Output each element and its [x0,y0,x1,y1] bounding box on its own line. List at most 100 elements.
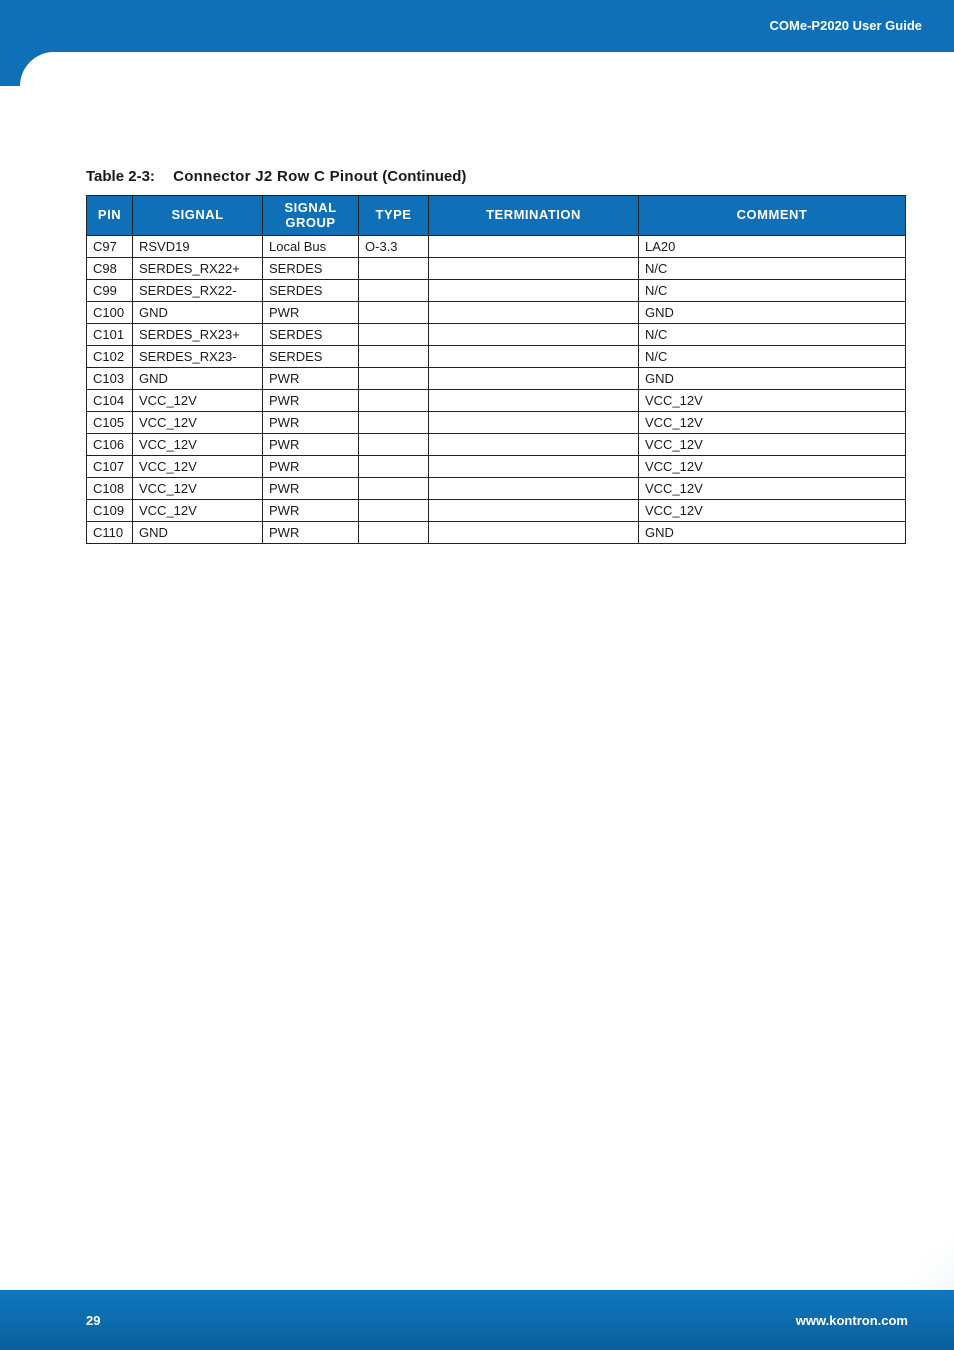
table-body: C97 RSVD19 Local Bus O-3.3 LA20 C98 SERD… [87,236,906,544]
cell-comment: VCC_12V [639,500,906,522]
cell-pin: C110 [87,522,133,544]
cell-termination [429,478,639,500]
col-signal-group: SIGNAL GROUP [263,196,359,236]
table-header-row: PIN SIGNAL SIGNAL GROUP TYPE TERMINATION… [87,196,906,236]
cell-termination [429,346,639,368]
cell-group: PWR [263,390,359,412]
cell-signal: SERDES_RX23+ [133,324,263,346]
cell-signal: GND [133,522,263,544]
cell-comment: N/C [639,346,906,368]
cell-type [359,412,429,434]
cell-group: SERDES [263,258,359,280]
col-signal-group-l1: SIGNAL [284,200,336,215]
cell-signal: GND [133,302,263,324]
cell-type [359,368,429,390]
cell-pin: C108 [87,478,133,500]
table-row: C110 GND PWR GND [87,522,906,544]
cell-termination [429,390,639,412]
table-row: C97 RSVD19 Local Bus O-3.3 LA20 [87,236,906,258]
cell-group: SERDES [263,324,359,346]
cell-pin: C104 [87,390,133,412]
cell-termination [429,324,639,346]
cell-signal: VCC_12V [133,456,263,478]
col-signal-group-l2: GROUP [269,216,352,230]
footer-site: www.kontron.com [796,1313,908,1328]
cell-signal: SERDES_RX22+ [133,258,263,280]
cell-comment: GND [639,302,906,324]
table-number: Table 2-3: [86,168,155,185]
cell-pin: C106 [87,434,133,456]
cell-type: O-3.3 [359,236,429,258]
cell-signal: VCC_12V [133,412,263,434]
table-row: C105 VCC_12V PWR VCC_12V [87,412,906,434]
cell-type [359,302,429,324]
col-signal: SIGNAL [133,196,263,236]
cell-signal: VCC_12V [133,500,263,522]
table-row: C108 VCC_12V PWR VCC_12V [87,478,906,500]
cell-group: Local Bus [263,236,359,258]
table-row: C103 GND PWR GND [87,368,906,390]
cell-termination [429,412,639,434]
cell-comment: LA20 [639,236,906,258]
table-row: C98 SERDES_RX22+ SERDES N/C [87,258,906,280]
cell-group: PWR [263,522,359,544]
cell-group: PWR [263,456,359,478]
cell-comment: N/C [639,324,906,346]
cell-termination [429,236,639,258]
cell-group: SERDES [263,346,359,368]
cell-group: SERDES [263,280,359,302]
cell-termination [429,280,639,302]
cell-type [359,324,429,346]
cell-group: PWR [263,434,359,456]
table-row: C104 VCC_12V PWR VCC_12V [87,390,906,412]
cell-type [359,258,429,280]
cell-comment: VCC_12V [639,390,906,412]
table-caption: Table 2-3: Connector J2 Row C Pinout (Co… [86,168,906,185]
cell-type [359,500,429,522]
col-termination: TERMINATION [429,196,639,236]
cell-group: PWR [263,368,359,390]
cell-type [359,478,429,500]
table-row: C99 SERDES_RX22- SERDES N/C [87,280,906,302]
cell-comment: VCC_12V [639,478,906,500]
cell-comment: VCC_12V [639,412,906,434]
cell-pin: C105 [87,412,133,434]
cell-termination [429,522,639,544]
table-title: Connector J2 Row C Pinout [173,168,378,185]
cell-group: PWR [263,500,359,522]
cell-pin: C109 [87,500,133,522]
col-comment: COMMENT [639,196,906,236]
table-row: C107 VCC_12V PWR VCC_12V [87,456,906,478]
cell-signal: SERDES_RX22- [133,280,263,302]
cell-pin: C98 [87,258,133,280]
cell-comment: VCC_12V [639,434,906,456]
page-number: 29 [86,1313,100,1328]
cell-group: PWR [263,478,359,500]
cell-type [359,434,429,456]
cell-comment: N/C [639,258,906,280]
cell-termination [429,500,639,522]
cell-pin: C101 [87,324,133,346]
table-row: C106 VCC_12V PWR VCC_12V [87,434,906,456]
cell-termination [429,302,639,324]
col-type: TYPE [359,196,429,236]
cell-group: PWR [263,412,359,434]
cell-signal: VCC_12V [133,390,263,412]
pinout-table: PIN SIGNAL SIGNAL GROUP TYPE TERMINATION… [86,195,906,544]
content-area: Table 2-3: Connector J2 Row C Pinout (Co… [86,168,906,544]
cell-signal: VCC_12V [133,434,263,456]
cell-termination [429,434,639,456]
cell-comment: GND [639,522,906,544]
cell-signal: SERDES_RX23- [133,346,263,368]
guide-title: COMe-P2020 User Guide [770,18,922,33]
cell-pin: C102 [87,346,133,368]
cell-type [359,456,429,478]
cell-pin: C107 [87,456,133,478]
cell-comment: N/C [639,280,906,302]
cell-signal: GND [133,368,263,390]
cell-comment: VCC_12V [639,456,906,478]
cell-pin: C103 [87,368,133,390]
cell-termination [429,258,639,280]
table-row: C101 SERDES_RX23+ SERDES N/C [87,324,906,346]
cell-signal: RSVD19 [133,236,263,258]
